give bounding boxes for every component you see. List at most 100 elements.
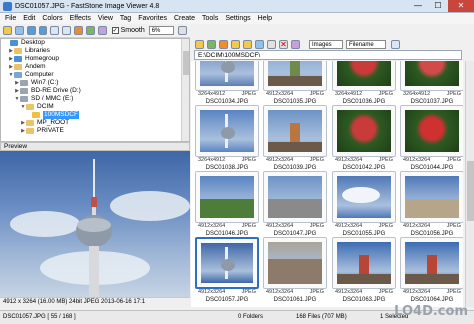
- thumbnail-item[interactable]: 4912x3264 JPEG DSC01039.JPG: [263, 105, 327, 172]
- tree-item-bdre[interactable]: ▶ BD-RE Drive (D:): [1, 87, 189, 95]
- grid-scrollbar[interactable]: [465, 61, 474, 307]
- tree-item-desktop[interactable]: Desktop: [1, 39, 189, 47]
- menu-settings[interactable]: Settings: [225, 15, 250, 22]
- star-icon[interactable]: [267, 39, 276, 49]
- thumbnail-item[interactable]: 4912x3264 JPEG DSC01035.JPG: [263, 61, 327, 106]
- tree-item-homegroup[interactable]: ▶ Homegroup: [1, 55, 189, 63]
- scroll-thumb[interactable]: [183, 51, 189, 75]
- thumbnail-frame[interactable]: [400, 105, 463, 157]
- thumbnail-frame[interactable]: [195, 171, 259, 223]
- thumbnail-meta: 4912x3264 JPEG: [400, 157, 463, 164]
- thumbnail-item[interactable]: 3264x4912 JPEG DSC01037.JPG: [400, 61, 463, 106]
- sort-select[interactable]: Filename: [346, 39, 386, 49]
- thumbnail-item[interactable]: 4912x3264 JPEG DSC01046.JPG: [195, 171, 259, 238]
- menu-file[interactable]: File: [5, 15, 16, 22]
- thumbnail-item[interactable]: 4912x3264 JPEG DSC01061.JPG: [263, 237, 327, 304]
- back-icon[interactable]: [26, 26, 36, 35]
- copy-to-icon[interactable]: [231, 39, 240, 49]
- slideshow-icon[interactable]: [219, 39, 228, 49]
- menu-create[interactable]: Create: [174, 15, 195, 22]
- filter-select[interactable]: Images: [309, 39, 343, 49]
- menu-effects[interactable]: Effects: [70, 15, 91, 22]
- thumbnail-item[interactable]: 4912x3264 JPEG DSC01055.JPG: [332, 171, 396, 238]
- app-icon: [3, 1, 12, 11]
- fit-icon[interactable]: [74, 26, 83, 35]
- zoom-select[interactable]: 6%: [148, 26, 175, 35]
- thumbnail-frame[interactable]: [332, 61, 396, 91]
- thumbnail-frame[interactable]: [332, 237, 396, 289]
- smooth-checkbox[interactable]: ✓: [111, 27, 119, 34]
- tree-item-sd[interactable]: ▼ SD / MMC (E:): [1, 95, 189, 103]
- tree-scrollbar[interactable]: [181, 39, 189, 141]
- refresh-icon[interactable]: [207, 39, 216, 49]
- thumbnail-frame[interactable]: [263, 61, 327, 91]
- path-field[interactable]: E:\DCIM\100MSDCF\: [194, 50, 462, 60]
- maximize-button[interactable]: ☐: [428, 0, 448, 12]
- zoom-in-icon[interactable]: [50, 26, 60, 35]
- thumbnail-item[interactable]: 3264x4912 JPEG DSC01036.JPG: [332, 61, 396, 106]
- settings-icon[interactable]: [178, 26, 188, 35]
- tree-item-user[interactable]: ▶ Andem: [1, 63, 189, 71]
- delete-icon[interactable]: ✕: [279, 39, 288, 49]
- thumbnail-frame[interactable]: [263, 105, 327, 157]
- desktop-icon: [10, 40, 18, 46]
- thumbnail-frame[interactable]: [332, 105, 396, 157]
- move-to-icon[interactable]: [243, 39, 252, 49]
- thumbnail-frame[interactable]: [400, 61, 463, 91]
- email-icon[interactable]: [291, 39, 300, 49]
- tree-item-private[interactable]: ▶ PRIVATE: [1, 127, 189, 135]
- thumbnail-item[interactable]: 4912x3264 JPEG DSC01057.JPG: [195, 237, 259, 304]
- zoom-out-icon[interactable]: [62, 26, 72, 35]
- tag-icon[interactable]: [255, 39, 264, 49]
- thumbnail-item[interactable]: 4912x3264 JPEG DSC01042.JPG: [332, 105, 396, 172]
- scroll-thumb[interactable]: [467, 161, 474, 221]
- thumbnail-frame[interactable]: [400, 237, 463, 289]
- thumbnail-item[interactable]: 3264x4912 JPEG DSC01038.JPG: [195, 105, 259, 172]
- open-folder-icon[interactable]: [3, 26, 12, 35]
- forward-icon[interactable]: [38, 26, 48, 35]
- thumbnail-filename: DSC01061.JPG: [273, 297, 317, 303]
- thumbnail-frame[interactable]: [195, 237, 259, 289]
- thumbnail-item[interactable]: 4912x3264 JPEG DSC01044.JPG: [400, 105, 463, 172]
- thumbnail-item[interactable]: 4912x3264 JPEG DSC01047.JPG: [263, 171, 327, 238]
- menu-edit[interactable]: Edit: [23, 15, 35, 22]
- thumbnail-item[interactable]: 4912x3264 JPEG DSC01063.JPG: [332, 237, 396, 304]
- rotate-icon[interactable]: [85, 26, 95, 35]
- thumbnail-type: JPEG: [378, 157, 393, 163]
- menu-tools[interactable]: Tools: [202, 15, 218, 22]
- thumbnail-image: [200, 176, 254, 218]
- thumbnail-frame[interactable]: [400, 171, 463, 223]
- tree-item-mproot[interactable]: ▶ MP_ROOT: [1, 119, 189, 127]
- thumbnail-dimensions: 4912x3264: [403, 223, 431, 229]
- tree-item-dcim[interactable]: ▼ DCIM: [1, 103, 189, 111]
- thumbnail-type: JPEG: [378, 289, 393, 295]
- thumbnail-dimensions: 3264x4912: [403, 91, 431, 97]
- menu-tag[interactable]: Tag: [120, 15, 131, 22]
- thumbnail-frame[interactable]: [195, 61, 259, 91]
- thumbnail-frame[interactable]: [332, 171, 396, 223]
- folder-up-icon[interactable]: [195, 39, 204, 49]
- close-button[interactable]: ✕: [448, 0, 474, 12]
- save-icon[interactable]: [14, 26, 24, 35]
- thumbnail-type: JPEG: [241, 157, 256, 163]
- menu-view[interactable]: View: [98, 15, 113, 22]
- tree-item-libraries[interactable]: ▶ Libraries: [1, 47, 189, 55]
- thumbnail-grid: 3264x4912 JPEG DSC01034.JPG 4912x3264 JPEG DS…: [191, 61, 463, 307]
- tree-item-computer[interactable]: ▼ Computer: [1, 71, 189, 79]
- minimize-button[interactable]: —: [408, 0, 428, 12]
- thumbnail-frame[interactable]: [263, 237, 327, 289]
- thumbnail-frame[interactable]: [195, 105, 259, 157]
- menu-colors[interactable]: Colors: [42, 15, 62, 22]
- view-mode-icon[interactable]: [391, 39, 400, 49]
- thumbnail-item[interactable]: 3264x4912 JPEG DSC01034.JPG: [195, 61, 259, 106]
- crop-icon[interactable]: [97, 26, 107, 35]
- thumbnail-item[interactable]: 4912x3264 JPEG DSC01064.JPG: [400, 237, 463, 304]
- thumbnail-frame[interactable]: [263, 171, 327, 223]
- thumbnail-item[interactable]: 4912x3264 JPEG DSC01056.JPG: [400, 171, 463, 238]
- user-folder-icon: [14, 64, 22, 70]
- tree-item-100msdcf[interactable]: 100MSDCF: [1, 111, 189, 119]
- menu-help[interactable]: Help: [258, 15, 272, 22]
- tree-item-win7[interactable]: ▶ Win7 (C:): [1, 79, 189, 87]
- menu-favorites[interactable]: Favorites: [138, 15, 167, 22]
- folder-icon: [26, 120, 34, 126]
